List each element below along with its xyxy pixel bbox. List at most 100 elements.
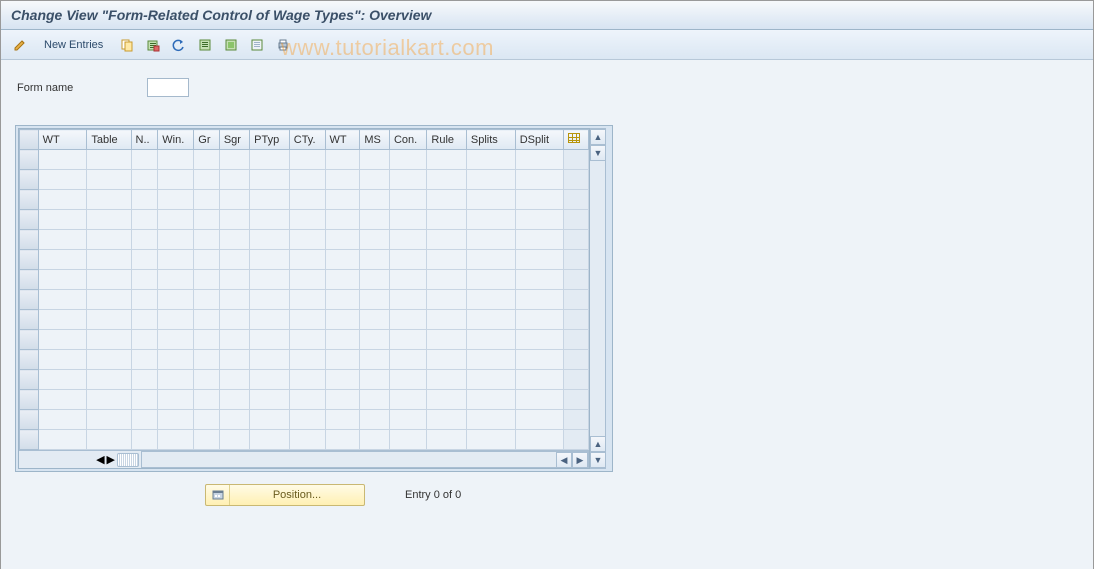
table-cell[interactable] — [515, 170, 564, 190]
table-cell[interactable] — [131, 430, 158, 450]
table-cell[interactable] — [360, 270, 390, 290]
table-cell[interactable] — [87, 290, 131, 310]
table-cell[interactable] — [325, 330, 360, 350]
table-cell[interactable] — [131, 150, 158, 170]
table-cell[interactable] — [389, 210, 426, 230]
table-cell[interactable] — [466, 370, 515, 390]
column-header[interactable]: Splits — [466, 130, 515, 150]
table-cell[interactable] — [360, 350, 390, 370]
vscroll-down-icon[interactable]: ▼ — [590, 452, 606, 468]
table-cell[interactable] — [131, 170, 158, 190]
table-cell[interactable] — [219, 430, 249, 450]
row-selector-header[interactable] — [20, 130, 39, 150]
table-cell[interactable] — [466, 210, 515, 230]
table-cell[interactable] — [87, 370, 131, 390]
table-cell[interactable] — [515, 330, 564, 350]
table-cell[interactable] — [427, 330, 466, 350]
row-selector[interactable] — [20, 330, 39, 350]
table-cell[interactable] — [389, 190, 426, 210]
table-cell[interactable] — [38, 290, 87, 310]
table-cell[interactable] — [427, 150, 466, 170]
table-cell[interactable] — [325, 270, 360, 290]
table-cell[interactable] — [131, 190, 158, 210]
table-cell[interactable] — [325, 150, 360, 170]
table-cell[interactable] — [158, 390, 194, 410]
table-cell[interactable] — [289, 310, 325, 330]
table-row[interactable] — [20, 250, 589, 270]
table-cell[interactable] — [515, 230, 564, 250]
table-cell[interactable] — [515, 350, 564, 370]
row-selector[interactable] — [20, 230, 39, 250]
row-selector[interactable] — [20, 310, 39, 330]
table-row[interactable] — [20, 170, 589, 190]
table-row[interactable] — [20, 290, 589, 310]
table-row[interactable] — [20, 190, 589, 210]
table-cell[interactable] — [87, 270, 131, 290]
table-cell[interactable] — [158, 430, 194, 450]
table-cell[interactable] — [427, 350, 466, 370]
table-cell[interactable] — [38, 250, 87, 270]
table-cell[interactable] — [466, 330, 515, 350]
table-cell[interactable] — [194, 330, 220, 350]
table-cell[interactable] — [38, 350, 87, 370]
table-cell[interactable] — [427, 390, 466, 410]
table-cell[interactable] — [38, 270, 87, 290]
table-cell[interactable] — [131, 230, 158, 250]
table-cell[interactable] — [38, 330, 87, 350]
table-cell[interactable] — [515, 430, 564, 450]
table-cell[interactable] — [87, 390, 131, 410]
table-cell[interactable] — [360, 190, 390, 210]
table-cell[interactable] — [360, 410, 390, 430]
table-cell[interactable] — [389, 370, 426, 390]
table-cell[interactable] — [131, 270, 158, 290]
table-cell[interactable] — [466, 430, 515, 450]
table-cell[interactable] — [194, 270, 220, 290]
table-cell[interactable] — [325, 190, 360, 210]
table-cell[interactable] — [360, 330, 390, 350]
table-cell[interactable] — [250, 350, 290, 370]
table-cell[interactable] — [360, 290, 390, 310]
table-cell[interactable] — [515, 210, 564, 230]
table-cell[interactable] — [515, 370, 564, 390]
table-cell[interactable] — [325, 250, 360, 270]
table-cell[interactable] — [194, 210, 220, 230]
table-cell[interactable] — [389, 230, 426, 250]
table-cell[interactable] — [289, 170, 325, 190]
table-cell[interactable] — [38, 390, 87, 410]
table-cell[interactable] — [289, 190, 325, 210]
table-cell[interactable] — [360, 390, 390, 410]
select-block-icon[interactable] — [220, 35, 242, 55]
table-cell[interactable] — [515, 190, 564, 210]
select-all-icon[interactable] — [194, 35, 216, 55]
undo-icon[interactable] — [168, 35, 190, 55]
table-cell[interactable] — [427, 250, 466, 270]
table-cell[interactable] — [427, 210, 466, 230]
table-cell[interactable] — [466, 350, 515, 370]
table-cell[interactable] — [325, 350, 360, 370]
table-cell[interactable] — [389, 430, 426, 450]
row-selector[interactable] — [20, 390, 39, 410]
table-row[interactable] — [20, 210, 589, 230]
table-cell[interactable] — [389, 390, 426, 410]
table-row[interactable] — [20, 330, 589, 350]
delete-icon[interactable] — [142, 35, 164, 55]
table-cell[interactable] — [325, 170, 360, 190]
table-cell[interactable] — [515, 270, 564, 290]
table-cell[interactable] — [194, 190, 220, 210]
table-cell[interactable] — [38, 230, 87, 250]
vertical-scrollbar[interactable]: ▲ ▼ ▲ ▼ — [590, 128, 606, 469]
table-cell[interactable] — [466, 190, 515, 210]
column-header[interactable]: N.. — [131, 130, 158, 150]
table-cell[interactable] — [289, 270, 325, 290]
table-cell[interactable] — [466, 410, 515, 430]
table-cell[interactable] — [219, 150, 249, 170]
table-cell[interactable] — [360, 170, 390, 190]
column-header[interactable]: Rule — [427, 130, 466, 150]
table-cell[interactable] — [389, 330, 426, 350]
table-cell[interactable] — [194, 290, 220, 310]
table-cell[interactable] — [158, 170, 194, 190]
table-cell[interactable] — [219, 310, 249, 330]
table-cell[interactable] — [87, 310, 131, 330]
table-cell[interactable] — [427, 230, 466, 250]
table-control[interactable]: WTTableN..Win.GrSgrPTypCTy.WTMSCon.RuleS… — [18, 128, 590, 469]
